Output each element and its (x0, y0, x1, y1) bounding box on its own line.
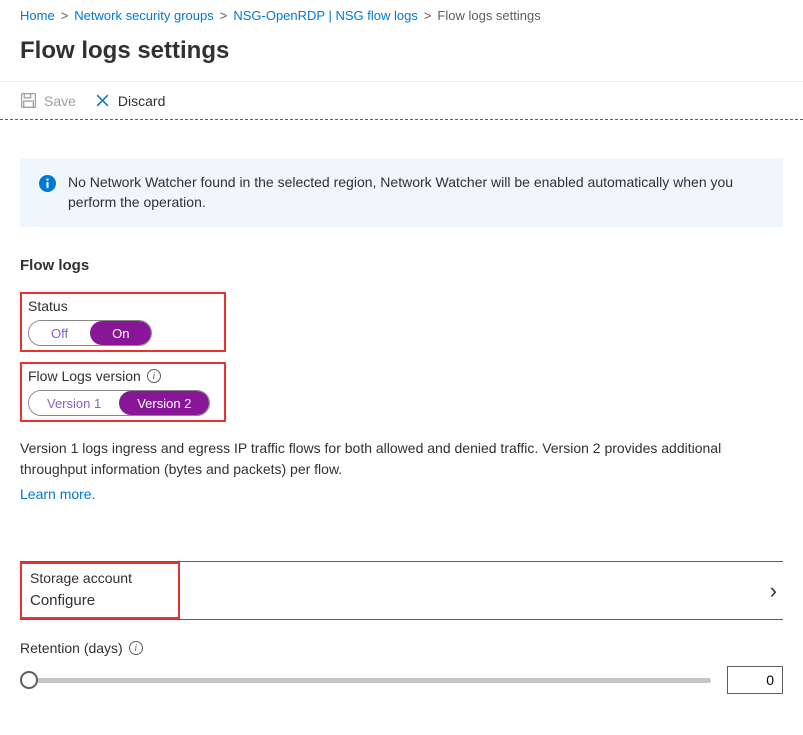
info-circle-icon[interactable]: i (147, 369, 161, 383)
save-button[interactable]: Save (20, 92, 76, 109)
flow-logs-section-title: Flow logs (20, 257, 783, 274)
breadcrumb-home[interactable]: Home (20, 8, 55, 23)
info-circle-icon[interactable]: i (129, 641, 143, 655)
status-label: Status (28, 298, 218, 314)
learn-more-link[interactable]: Learn more. (20, 484, 783, 505)
version-description: Version 1 logs ingress and egress IP tra… (20, 438, 783, 505)
status-toggle[interactable]: Off On (28, 320, 152, 346)
breadcrumb-sep: > (61, 8, 69, 23)
storage-account-value: Configure (30, 592, 170, 609)
info-banner-text: No Network Watcher found in the selected… (68, 173, 764, 212)
breadcrumb-current: Flow logs settings (437, 8, 540, 23)
version-description-text: Version 1 logs ingress and egress IP tra… (20, 440, 721, 477)
retention-label-text: Retention (days) (20, 640, 123, 656)
breadcrumb-nsg-list[interactable]: Network security groups (74, 8, 213, 23)
close-icon (94, 92, 111, 109)
version-toggle[interactable]: Version 1 Version 2 (28, 390, 210, 416)
save-icon (20, 92, 37, 109)
toolbar: Save Discard (0, 81, 803, 120)
slider-thumb[interactable] (20, 671, 38, 689)
storage-account-label: Storage account (30, 570, 170, 586)
storage-account-row[interactable]: Storage account Configure › (20, 561, 783, 620)
retention-field: Retention (days) i (20, 640, 783, 694)
chevron-right-icon[interactable]: › (770, 578, 777, 604)
status-on-option[interactable]: On (90, 321, 151, 345)
version-1-option[interactable]: Version 1 (29, 391, 119, 415)
breadcrumb-nsg-flowlogs[interactable]: NSG-OpenRDP | NSG flow logs (233, 8, 417, 23)
page-title: Flow logs settings (0, 31, 803, 81)
storage-highlight: Storage account Configure (20, 562, 180, 619)
retention-label: Retention (days) i (20, 640, 783, 656)
retention-input[interactable] (727, 666, 783, 694)
info-icon (39, 175, 56, 192)
save-label: Save (44, 93, 76, 109)
breadcrumb: Home > Network security groups > NSG-Ope… (0, 0, 803, 31)
status-field-highlight: Status Off On (20, 292, 226, 352)
version-2-option[interactable]: Version 2 (119, 391, 209, 415)
breadcrumb-sep: > (424, 8, 432, 23)
breadcrumb-sep: > (220, 8, 228, 23)
discard-button[interactable]: Discard (94, 92, 165, 109)
retention-slider[interactable] (20, 670, 711, 690)
info-banner: No Network Watcher found in the selected… (20, 158, 783, 227)
discard-label: Discard (118, 93, 165, 109)
version-label: Flow Logs version i (28, 368, 218, 384)
status-off-option[interactable]: Off (29, 321, 90, 345)
slider-track (20, 678, 711, 683)
version-field-highlight: Flow Logs version i Version 1 Version 2 (20, 362, 226, 422)
version-label-text: Flow Logs version (28, 368, 141, 384)
